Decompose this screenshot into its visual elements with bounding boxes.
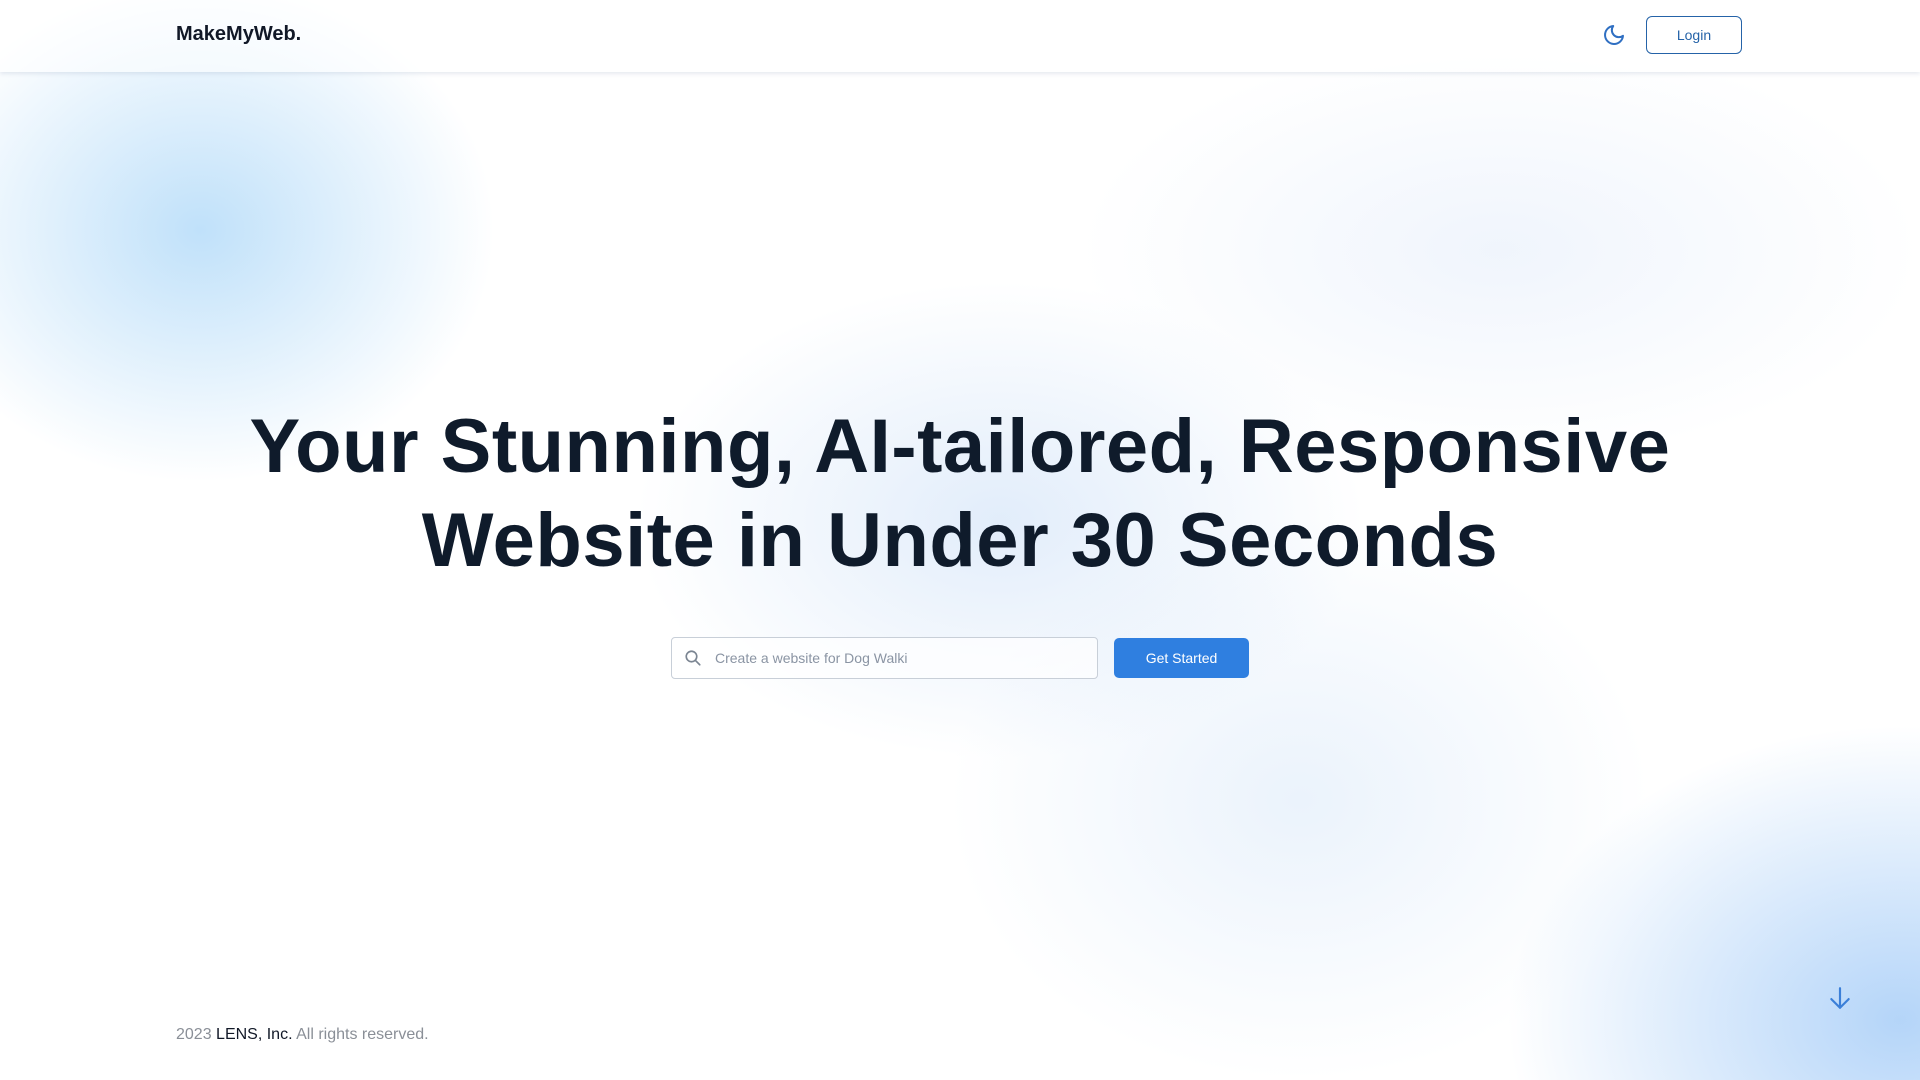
login-button[interactable]: Login bbox=[1646, 16, 1742, 54]
website-prompt-field[interactable] bbox=[671, 637, 1098, 679]
footer-copyright: 2023 LENS, Inc. All rights reserved. bbox=[176, 1026, 429, 1044]
moon-icon bbox=[1602, 23, 1626, 52]
search-icon bbox=[683, 648, 703, 668]
scroll-down-button[interactable] bbox=[1826, 986, 1854, 1014]
footer-company: LENS, Inc. bbox=[216, 1026, 293, 1043]
hero-title: Your Stunning, AI-tailored, Responsive W… bbox=[0, 400, 1920, 588]
website-prompt-input[interactable] bbox=[713, 642, 1087, 674]
theme-toggle-button[interactable] bbox=[1599, 22, 1629, 52]
arrow-down-icon bbox=[1827, 985, 1853, 1016]
brand-logo[interactable]: MakeMyWeb. bbox=[176, 23, 301, 46]
footer-year: 2023 bbox=[176, 1026, 212, 1043]
get-started-button[interactable]: Get Started bbox=[1114, 638, 1249, 678]
hero-title-line-2: Website in Under 30 Seconds bbox=[421, 498, 1499, 583]
hero-title-line-1: Your Stunning, AI-tailored, Responsive bbox=[249, 404, 1671, 489]
hero-section: Your Stunning, AI-tailored, Responsive W… bbox=[0, 400, 1920, 588]
top-navbar: MakeMyWeb. Login bbox=[0, 0, 1920, 72]
footer-rights: All rights reserved. bbox=[296, 1026, 429, 1043]
